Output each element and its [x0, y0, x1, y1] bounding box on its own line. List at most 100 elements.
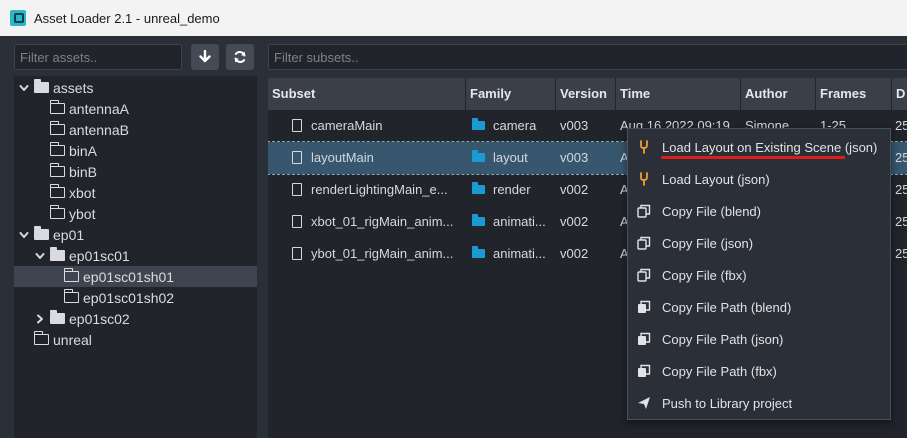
folder-icon — [49, 163, 65, 177]
copy-path-icon — [636, 331, 652, 347]
cell-d: 25 — [895, 142, 907, 174]
tree-item[interactable]: ep01sc01 — [14, 245, 257, 266]
cell-version: v002 — [560, 238, 616, 270]
filter-assets-input[interactable] — [14, 44, 182, 70]
column-header-version[interactable]: Version — [556, 78, 616, 110]
column-header-frames[interactable]: Frames — [816, 78, 892, 110]
family-folder-icon — [472, 150, 485, 163]
file-icon — [292, 151, 302, 165]
context-menu: Load Layout on Existing Scene (json) Load… — [627, 128, 891, 420]
title-bar: Asset Loader 2.1 - unreal_demo — [0, 0, 907, 36]
cell-family: animati... — [472, 238, 556, 270]
fork-icon — [636, 171, 652, 187]
annotation-underline — [661, 156, 845, 159]
cell-text: 25 — [895, 246, 907, 261]
tree-item[interactable]: antennaA — [14, 98, 257, 119]
menu-item[interactable]: Copy File (fbx) — [628, 259, 890, 291]
folder-icon — [33, 331, 49, 345]
copy-path-icon — [636, 299, 652, 315]
tree-item[interactable]: ep01sc01sh01 — [14, 266, 257, 287]
menu-item-label: Push to Library project — [662, 395, 793, 411]
cell-d: 25 — [895, 110, 907, 142]
tree-item[interactable]: xbot — [14, 182, 257, 203]
column-header-subset[interactable]: Subset — [268, 78, 466, 110]
cell-version: v003 — [560, 142, 616, 174]
chevron-right-icon[interactable] — [34, 313, 46, 325]
cell-text: xbot_01_rigMain_anim... — [311, 214, 454, 229]
chevron-down-icon[interactable] — [34, 250, 46, 262]
cell-text: animati... — [493, 246, 546, 261]
cell-text: layout — [493, 150, 528, 165]
fork-icon — [636, 139, 652, 155]
filter-subsets-input[interactable] — [268, 44, 907, 70]
cell-family: layout — [472, 142, 556, 174]
tree-item[interactable]: assets — [14, 77, 257, 98]
cell-text: v003 — [560, 118, 589, 133]
copy-icon — [636, 267, 652, 283]
folder-icon — [49, 100, 65, 114]
cell-text: cameraMain — [311, 118, 383, 133]
column-header-author[interactable]: Author — [741, 78, 816, 110]
cell-d: 25 — [895, 174, 907, 206]
menu-item[interactable]: Copy File (blend) — [628, 195, 890, 227]
tree-item[interactable]: antennaB — [14, 119, 257, 140]
cell-text: 25 — [895, 150, 907, 165]
tree-item-label: xbot — [69, 184, 96, 201]
refresh-button[interactable] — [226, 44, 254, 70]
folder-icon — [34, 226, 49, 240]
tree-item[interactable]: ep01sc01sh02 — [14, 287, 257, 308]
cell-family: camera — [472, 110, 556, 142]
file-icon — [292, 247, 302, 261]
folder-icon — [63, 268, 79, 282]
window-title: Asset Loader 2.1 - unreal_demo — [34, 10, 220, 26]
cell-subset: renderLightingMain_e... — [292, 174, 464, 206]
arrow-down-icon — [199, 50, 211, 63]
tree-item[interactable]: ep01sc02 — [14, 308, 257, 329]
cell-subset: cameraMain — [292, 110, 464, 142]
assets-panel: assets antennaA antennaB binA binB xbot ybot ep… — [0, 36, 263, 438]
cell-subset: xbot_01_rigMain_anim... — [292, 206, 464, 238]
tree-item[interactable]: binB — [14, 161, 257, 182]
menu-item-label: Copy File (json) — [662, 235, 754, 251]
tree-item-label: binA — [69, 142, 98, 159]
cell-version: v002 — [560, 174, 616, 206]
tree-item-label: ep01sc02 — [69, 310, 130, 327]
folder-icon — [49, 121, 65, 135]
cell-text: layoutMain — [311, 150, 374, 165]
download-button[interactable] — [191, 44, 219, 70]
column-header-family[interactable]: Family — [466, 78, 556, 110]
tree-item-label: ep01sc01sh01 — [83, 268, 175, 285]
copy-icon — [636, 203, 652, 219]
cell-subset: ybot_01_rigMain_anim... — [292, 238, 464, 270]
menu-item-label: Copy File (blend) — [662, 203, 761, 219]
menu-item-label: Copy File Path (blend) — [662, 299, 792, 315]
tree-item[interactable]: ep01 — [14, 224, 257, 245]
menu-item-label: Copy File (fbx) — [662, 267, 747, 283]
menu-item[interactable]: Copy File Path (json) — [628, 323, 890, 355]
column-header-time[interactable]: Time — [616, 78, 741, 110]
cell-text: ybot_01_rigMain_anim... — [311, 246, 454, 261]
chevron-down-icon[interactable] — [18, 229, 30, 241]
tree-item-label: ep01 — [53, 226, 85, 243]
menu-item[interactable]: Copy File Path (fbx) — [628, 355, 890, 387]
menu-item[interactable]: Copy File (json) — [628, 227, 890, 259]
family-folder-icon — [472, 246, 485, 259]
tree-item[interactable]: unreal — [14, 329, 257, 350]
menu-item[interactable]: Copy File Path (blend) — [628, 291, 890, 323]
column-header-d[interactable]: D — [892, 78, 907, 110]
asset-tree: assets antennaA antennaB binA binB xbot ybot ep… — [14, 76, 257, 438]
tree-item[interactable]: binA — [14, 140, 257, 161]
menu-item[interactable]: Push to Library project — [628, 387, 890, 419]
menu-item[interactable]: Load Layout (json) — [628, 163, 890, 195]
menu-item-label: Load Layout (json) — [662, 171, 770, 187]
chevron-down-icon[interactable] — [18, 82, 30, 94]
table-header: Subset Family Version Time Author Frames… — [268, 78, 907, 110]
cell-family: animati... — [472, 206, 556, 238]
tree-item[interactable]: ybot — [14, 203, 257, 224]
